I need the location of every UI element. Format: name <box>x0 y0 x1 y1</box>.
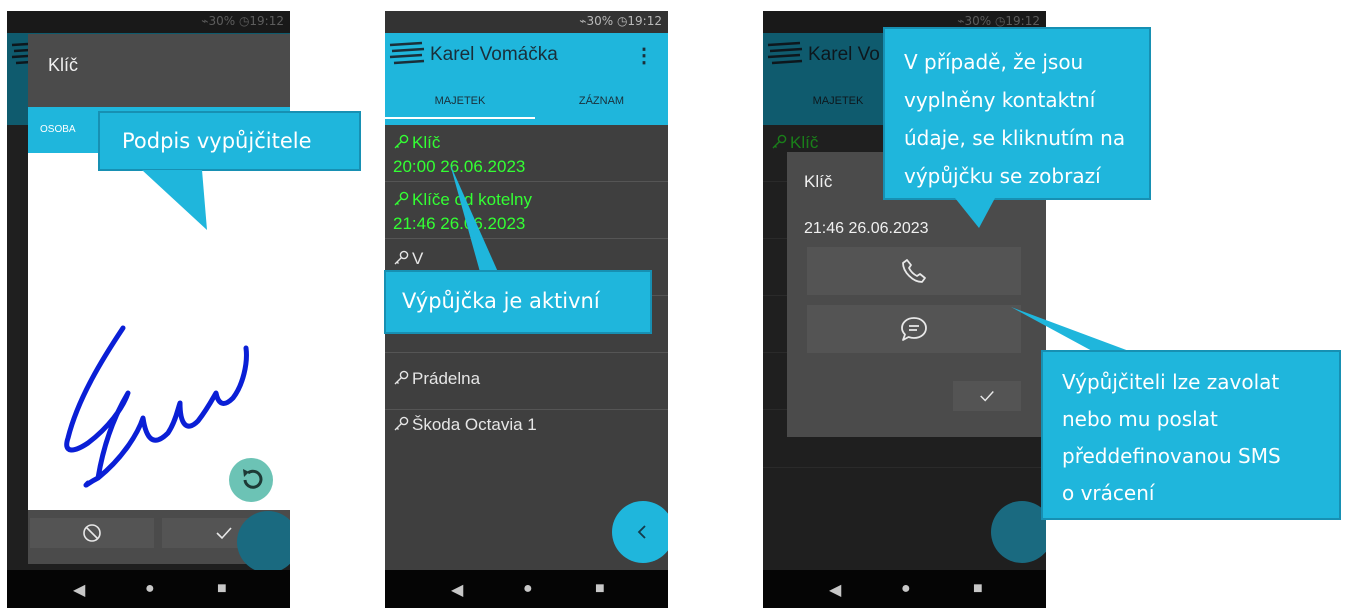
logo-icon <box>389 41 425 65</box>
call-button[interactable] <box>807 247 1021 295</box>
item-name-row: V <box>393 249 423 269</box>
dialog-date: 21:46 26.06.2023 <box>804 220 929 237</box>
sms-button[interactable] <box>807 305 1021 353</box>
callout-contact-info: V případě, že jsou vyplněny kontaktní úd… <box>883 27 1151 200</box>
confirm-button[interactable] <box>953 381 1021 411</box>
key-icon <box>394 134 409 149</box>
check-icon <box>216 527 232 540</box>
cancel-button[interactable] <box>30 518 154 548</box>
back-icon[interactable]: ◀ <box>73 580 85 600</box>
callout-tail <box>142 170 207 230</box>
undo-icon <box>243 469 263 489</box>
app-bar: Karel Vomáčka ⋮ <box>385 33 668 77</box>
callout-tail <box>450 164 498 272</box>
recents-icon[interactable]: ■ <box>217 580 227 598</box>
item-name: V <box>412 249 424 268</box>
list-item[interactable]: Klíč 20:00 26.06.2023 <box>385 125 668 182</box>
list-item[interactable]: Klíče od kotelny 21:46 26.06.2023 <box>385 182 668 239</box>
nav-bar: ◀ ● ■ <box>763 570 1046 608</box>
key-icon <box>394 191 409 206</box>
callout-signature: Podpis vypůjčitele <box>98 111 361 171</box>
list-item[interactable]: Prádelna <box>385 353 668 410</box>
callout-line: vyplněny kontaktní <box>904 88 1096 112</box>
callout-line: údaje, se kliknutím na <box>904 126 1126 150</box>
check-icon <box>980 391 994 402</box>
nav-bar: ◀ ● ■ <box>385 570 668 608</box>
undo-button[interactable] <box>229 458 273 502</box>
dialog-title: Klíč <box>804 172 833 191</box>
item-name: Škoda Octavia 1 <box>412 415 537 434</box>
app-title: Karel Vomáčka <box>430 44 558 65</box>
item-name-row: Škoda Octavia 1 <box>393 415 537 435</box>
tab-label: OSOBA <box>40 124 76 135</box>
dialog-title: Klíč <box>48 55 79 75</box>
callout-line: předdefinovanou SMS <box>1062 444 1281 468</box>
message-icon <box>901 317 927 341</box>
key-icon <box>394 416 409 431</box>
nav-bar: ◀ ● ■ <box>7 570 290 608</box>
home-icon[interactable]: ● <box>901 580 911 598</box>
callout-line: výpůjčku se zobrazí <box>904 164 1101 188</box>
item-name: Prádelna <box>412 369 481 388</box>
cancel-icon <box>83 524 101 542</box>
item-name: Klíč <box>412 133 441 152</box>
tab-zaznam[interactable]: ZÁZNAM <box>535 77 668 125</box>
tab-indicator <box>385 117 535 119</box>
key-icon <box>394 370 409 385</box>
callout-line: Výpůjčiteli lze zavolat <box>1062 370 1280 394</box>
fab-back-dimmed <box>991 501 1046 563</box>
callout-signature-text: Podpis vypůjčitele <box>122 129 312 153</box>
item-name-row: Klíč <box>393 133 440 153</box>
home-icon[interactable]: ● <box>523 580 533 598</box>
callout-line: nebo mu poslat <box>1062 407 1218 431</box>
fab-back-dimmed <box>237 511 290 573</box>
status-text: ⌁30% ◷19:12 <box>579 14 662 28</box>
phone-screen-signature: ⌁30% ◷19:12 Klíč OSOBA ◀ ● ■ <box>7 11 290 608</box>
callout-tail <box>955 198 995 228</box>
status-bar: ⌁30% ◷19:12 <box>385 11 668 33</box>
item-name-row: Prádelna <box>393 369 480 389</box>
back-icon[interactable]: ◀ <box>829 580 841 600</box>
tab-bar: MAJETEK ZÁZNAM <box>385 77 668 125</box>
recents-icon[interactable]: ■ <box>595 580 605 598</box>
key-icon <box>394 250 409 265</box>
chevron-left-icon <box>637 525 646 539</box>
phone-icon <box>902 259 926 283</box>
home-icon[interactable]: ● <box>145 580 155 598</box>
back-icon[interactable]: ◀ <box>451 580 463 600</box>
callout-active: Výpůjčka je aktivní <box>384 270 652 334</box>
callout-line: o vrácení <box>1062 481 1155 505</box>
recents-icon[interactable]: ■ <box>973 580 983 598</box>
callout-active-text: Výpůjčka je aktivní <box>402 289 600 313</box>
more-vert-icon[interactable]: ⋮ <box>634 43 654 68</box>
list-item[interactable]: Škoda Octavia 1 <box>385 411 668 467</box>
fab-back-button[interactable] <box>612 501 668 563</box>
callout-line: V případě, že jsou <box>904 50 1084 74</box>
callout-call-sms: Výpůjčiteli lze zavolat nebo mu poslat p… <box>1041 350 1341 520</box>
